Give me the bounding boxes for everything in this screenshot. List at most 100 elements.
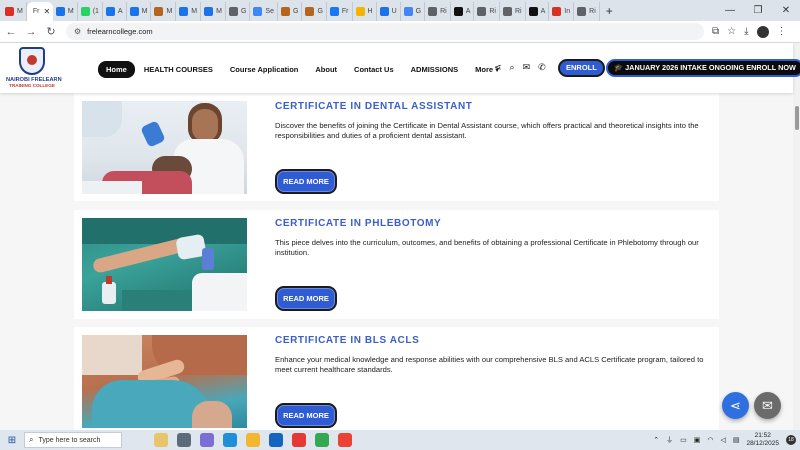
course-title[interactable]: CERTIFICATE IN BLS ACLS xyxy=(275,335,419,346)
chrome-profile-icon[interactable] xyxy=(338,433,352,447)
youtube-icon[interactable] xyxy=(292,433,306,447)
browser-tab[interactable]: Ri xyxy=(425,2,451,21)
course-card-bls-acls: CERTIFICATE IN BLS ACLS Enhance your med… xyxy=(74,327,719,430)
close-window-icon[interactable]: ✕ xyxy=(772,5,800,16)
read-more-button[interactable]: READ MORE xyxy=(275,286,337,311)
logo-shield-icon xyxy=(19,47,45,75)
taskbar-clock[interactable]: 21:52 28/12/2025 xyxy=(746,432,779,448)
tab-title: M xyxy=(191,8,198,15)
notification-badge[interactable]: 18 xyxy=(786,435,796,445)
bookmark-star-icon[interactable]: ☆ xyxy=(727,26,736,37)
nav-about[interactable]: About xyxy=(315,65,337,74)
nav-course-application[interactable]: Course Application xyxy=(230,65,298,74)
browser-tab[interactable]: M xyxy=(127,2,152,21)
volume-icon[interactable]: ◁ xyxy=(720,436,725,444)
profile-avatar[interactable] xyxy=(756,25,769,38)
download-icon[interactable]: ⤓ xyxy=(744,26,748,37)
clock-date: 28/12/2025 xyxy=(746,440,779,447)
logo-subtitle: TRAINING COLLEGE xyxy=(9,83,55,88)
floating-share-button[interactable]: ⋖ xyxy=(722,392,749,419)
browser-tab[interactable]: Fr xyxy=(327,2,353,21)
tab-favicon-icon xyxy=(305,7,315,16)
read-more-button[interactable]: READ MORE xyxy=(275,403,337,428)
page-scrollbar[interactable] xyxy=(793,43,800,430)
close-tab-icon[interactable]: ✕ xyxy=(43,7,50,16)
install-app-icon[interactable]: ⧉ xyxy=(712,26,719,37)
forward-icon[interactable]: → xyxy=(22,26,40,38)
display-icon[interactable]: ▤ xyxy=(733,436,740,444)
taskbar-search[interactable]: ⌕ Type here to search xyxy=(24,432,122,448)
browser-tab[interactable]: U xyxy=(377,2,401,21)
browser-tab[interactable]: A xyxy=(526,2,550,21)
browser-tab[interactable]: G xyxy=(226,2,251,21)
browser-tab[interactable]: M xyxy=(201,2,226,21)
course-title[interactable]: CERTIFICATE IN DENTAL ASSISTANT xyxy=(275,101,473,112)
browser-tab[interactable]: (1 xyxy=(78,2,103,21)
reload-icon[interactable]: ↻ xyxy=(42,25,60,38)
course-title[interactable]: CERTIFICATE IN PHLEBOTOMY xyxy=(275,218,441,229)
chrome-icon[interactable] xyxy=(315,433,329,447)
browser-tab[interactable]: A xyxy=(103,2,127,21)
restore-icon[interactable]: ❐ xyxy=(744,5,772,16)
usb-icon[interactable]: ⏚ xyxy=(666,435,673,445)
outlook-icon[interactable] xyxy=(269,433,283,447)
tab-title: A xyxy=(117,8,123,15)
chevron-up-icon[interactable]: ⌃ xyxy=(653,436,659,444)
course-card-phlebotomy: CERTIFICATE IN PHLEBOTOMY This piece del… xyxy=(74,210,719,319)
tab-favicon-icon xyxy=(228,7,238,16)
browser-tab[interactable]: M xyxy=(151,2,177,21)
browser-tab[interactable]: Se xyxy=(250,2,278,21)
dental-assistant-photo xyxy=(82,101,247,194)
back-icon[interactable]: ← xyxy=(2,26,20,38)
nav-admissions[interactable]: ADMISSIONS xyxy=(411,65,459,74)
nav-health-courses[interactable]: HEALTH COURSES xyxy=(144,65,213,74)
tab-favicon-icon xyxy=(428,7,438,16)
battery-icon[interactable]: ▭ xyxy=(680,436,687,444)
browser-tab[interactable]: Ri xyxy=(574,2,600,21)
browser-tab[interactable]: G xyxy=(278,2,303,21)
course-description: Discover the benefits of joining the Cer… xyxy=(275,121,699,140)
floating-email-button[interactable]: ✉ xyxy=(754,392,781,419)
browser-tab[interactable]: G xyxy=(401,2,426,21)
read-more-button[interactable]: READ MORE xyxy=(275,169,337,194)
tab-favicon-icon xyxy=(280,7,290,16)
wifi-icon[interactable]: ◠ xyxy=(707,436,713,444)
edge-icon[interactable] xyxy=(223,433,237,447)
menu-kebab-icon[interactable]: ⋮ xyxy=(777,26,787,37)
graduation-cap-icon: 🎓 xyxy=(614,63,626,72)
address-bar[interactable]: ⚙ frelearncollege.com xyxy=(66,23,704,40)
window-controls: — ❐ ✕ xyxy=(716,0,800,21)
nav-contact[interactable]: Contact Us xyxy=(354,65,394,74)
nav-home[interactable]: Home xyxy=(98,61,135,78)
browser-tab[interactable]: M xyxy=(176,2,202,21)
browser-tab[interactable]: In xyxy=(549,2,575,21)
enroll-button[interactable]: ENROLL xyxy=(558,59,605,77)
windows-start-icon[interactable]: ⊞ xyxy=(0,435,24,446)
college-logo[interactable]: NAIROBI FRELEARN TRAINING COLLEGE xyxy=(6,47,62,91)
tab-title: M xyxy=(216,8,222,15)
weather-widget-icon[interactable] xyxy=(154,433,168,447)
intake-enroll-button[interactable]: 🎓 JANUARY 2026 INTAKE ONGOING ENROLL NOW xyxy=(606,59,800,77)
share-icon[interactable]: ⋖ xyxy=(494,62,502,73)
browser-tab[interactable]: H xyxy=(353,2,377,21)
tab-title: Se xyxy=(265,8,274,15)
browser-tab[interactable]: M xyxy=(2,2,27,21)
file-explorer-icon[interactable] xyxy=(246,433,260,447)
copilot-icon[interactable] xyxy=(200,433,214,447)
search-icon[interactable]: ⌕ xyxy=(510,62,515,73)
browser-tab[interactable]: Ri xyxy=(474,2,500,21)
browser-tab[interactable]: M xyxy=(53,2,78,21)
browser-tab[interactable]: G xyxy=(302,2,327,21)
browser-tab[interactable]: Ri xyxy=(500,2,526,21)
task-view-icon[interactable] xyxy=(177,433,191,447)
monitor-icon[interactable]: ▣ xyxy=(694,436,701,444)
nav-more-label: More xyxy=(475,65,494,74)
minimize-icon[interactable]: — xyxy=(716,5,744,16)
browser-tab[interactable]: A xyxy=(451,2,475,21)
new-tab-button[interactable]: + xyxy=(600,4,619,18)
browser-tab[interactable]: Fr ✕ xyxy=(26,2,53,21)
email-icon[interactable]: ✉ xyxy=(523,62,531,73)
site-info-icon[interactable]: ⚙ xyxy=(74,27,81,36)
phone-icon[interactable]: ✆ xyxy=(538,62,546,73)
scrollbar-thumb[interactable] xyxy=(795,106,799,130)
